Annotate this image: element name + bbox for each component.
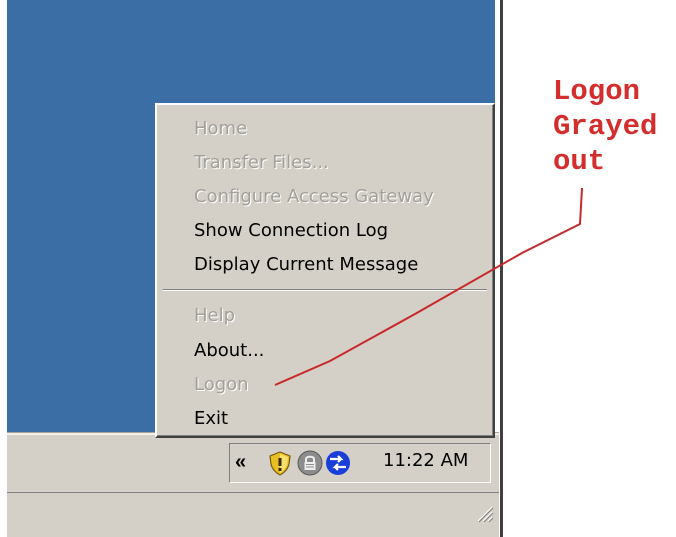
annotation-arrow: [274, 187, 583, 386]
